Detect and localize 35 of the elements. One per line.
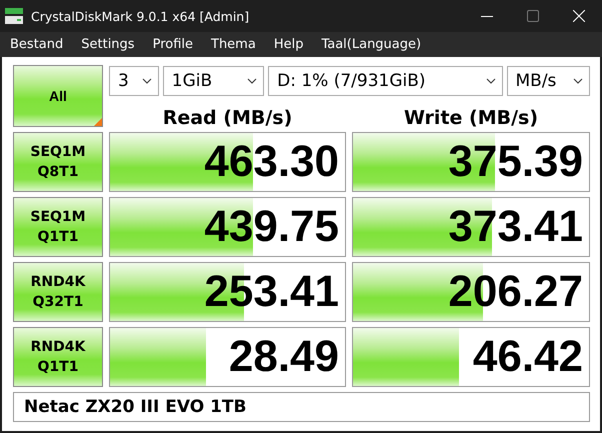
dropdown[interactable]: 1GiB bbox=[162, 66, 264, 96]
app-icon bbox=[4, 7, 24, 25]
result-value: 439.75 bbox=[204, 202, 339, 252]
dropdown-caret-icon bbox=[486, 78, 496, 84]
result-value: 375.39 bbox=[448, 137, 583, 187]
all-button[interactable]: All bbox=[13, 65, 103, 127]
dropdown-caret-icon bbox=[247, 78, 258, 84]
menu-item[interactable]: Settings bbox=[81, 37, 135, 52]
column-header: Write (MB/s) bbox=[404, 107, 538, 129]
test-button[interactable]: SEQ1M Q8T1 bbox=[13, 132, 103, 192]
dropdown[interactable]: MB/s bbox=[506, 66, 590, 96]
dropdown-caret-icon bbox=[573, 78, 583, 84]
result-value: 253.41 bbox=[204, 267, 339, 317]
menu-item[interactable]: Taal(Language) bbox=[321, 37, 422, 52]
comment-field[interactable]: Netac ZX20 III EVO 1TB bbox=[13, 392, 590, 422]
result-value: 28.49 bbox=[228, 332, 339, 382]
test-button[interactable]: RND4K Q1T1 bbox=[13, 327, 103, 387]
result-value: 46.42 bbox=[472, 332, 583, 382]
result-value: 373.41 bbox=[448, 202, 583, 252]
test-button[interactable]: SEQ1M Q1T1 bbox=[13, 197, 103, 257]
menu-item[interactable]: Bestand bbox=[10, 37, 64, 52]
maximize-icon[interactable] bbox=[527, 10, 539, 22]
dropdown-caret-icon bbox=[142, 78, 152, 84]
column-header: Read (MB/s) bbox=[162, 107, 292, 129]
dropdown[interactable]: D: 1% (7/931GiB) bbox=[268, 66, 502, 96]
dropdown[interactable]: 3 bbox=[109, 66, 159, 96]
test-button[interactable]: RND4K Q32T1 bbox=[13, 262, 103, 322]
window-title: CrystalDiskMark 9.0.1 x64 [Admin] bbox=[31, 8, 250, 24]
result-value: 206.27 bbox=[448, 267, 583, 317]
menu-item[interactable]: Thema bbox=[211, 37, 256, 52]
result-value: 463.30 bbox=[204, 137, 339, 187]
close-icon[interactable] bbox=[573, 10, 585, 22]
corner-mark-icon bbox=[94, 118, 102, 126]
menu-item[interactable]: Help bbox=[274, 37, 304, 52]
menu-item[interactable]: Profile bbox=[152, 37, 193, 52]
